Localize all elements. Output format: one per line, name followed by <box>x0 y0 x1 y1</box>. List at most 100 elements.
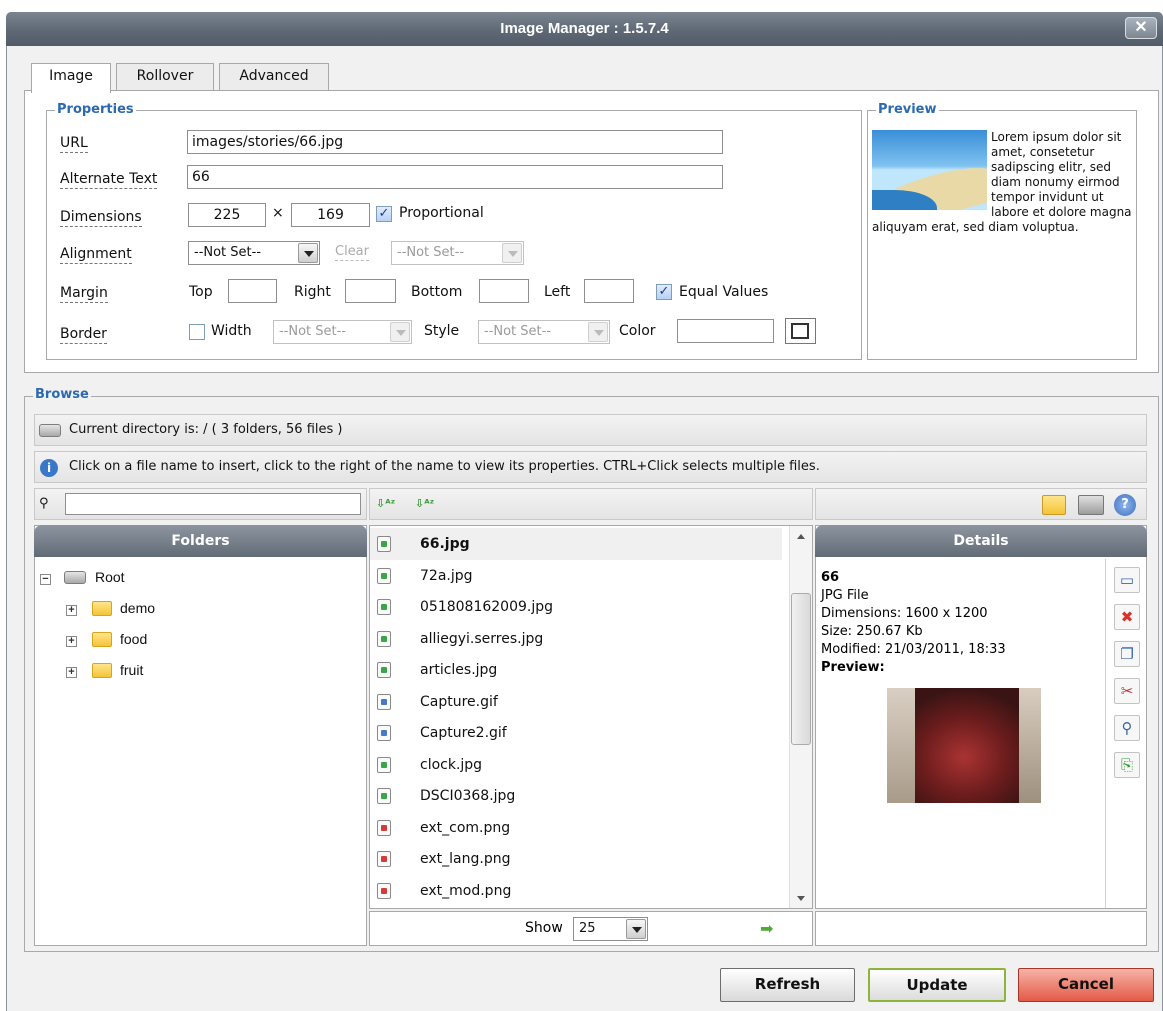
jpg-file-icon <box>377 599 391 615</box>
file-row[interactable]: ext_com.png <box>370 812 782 844</box>
help-icon[interactable]: ? <box>1114 494 1136 516</box>
file-name: ext_mod.png <box>420 882 512 899</box>
insert-icon[interactable]: ▭ <box>1114 567 1140 593</box>
file-row[interactable]: alliegyi.serres.jpg <box>370 623 782 655</box>
expand-icon[interactable]: + <box>66 667 77 678</box>
border-style-select[interactable]: --Not Set-- <box>478 320 610 344</box>
proportional-checkbox[interactable]: ✓ <box>376 206 392 222</box>
margin-left-label: Left <box>544 284 571 300</box>
file-row[interactable]: 051808162009.jpg <box>370 591 782 623</box>
window-title: Image Manager : 1.5.7.4 <box>500 20 669 37</box>
folder-icon <box>92 663 112 678</box>
url-input[interactable]: images/stories/66.jpg <box>187 130 723 154</box>
folders-panel: Folders <box>34 525 367 946</box>
cancel-button[interactable]: Cancel <box>1018 968 1154 1002</box>
file-name: articles.jpg <box>420 662 498 678</box>
sort-by-date-icon[interactable]: ⇩ᴬᶻ <box>415 489 434 519</box>
file-row[interactable]: 66.jpg <box>370 528 782 560</box>
alt-text-input[interactable]: 66 <box>187 165 723 189</box>
show-count-select[interactable]: 25 <box>573 917 648 941</box>
current-directory-bar: Current directory is: / ( 3 folders, 56 … <box>34 414 1147 446</box>
close-icon: ✕ <box>1134 19 1148 36</box>
alt-text-label: Alternate Text <box>60 171 158 189</box>
tree-item-label: demo <box>120 600 156 616</box>
zoom-icon[interactable]: ⚲ <box>1114 715 1140 741</box>
expand-icon[interactable]: + <box>66 605 77 616</box>
sort-by-name-icon[interactable]: ⇩ᴬᶻ <box>376 489 395 519</box>
sort-bar: ⇩ᴬᶻ ⇩ᴬᶻ <box>369 488 813 520</box>
clear-select[interactable]: --Not Set-- <box>391 241 524 265</box>
tree-item-label: food <box>120 631 148 647</box>
next-page-icon[interactable]: ➡ <box>760 919 773 938</box>
margin-bottom-input[interactable] <box>479 279 529 303</box>
show-count-value: 25 <box>579 921 596 936</box>
margin-top-input[interactable] <box>228 279 277 303</box>
file-row[interactable]: 72a.jpg <box>370 560 782 592</box>
file-row[interactable]: ext_lang.png <box>370 843 782 875</box>
refresh-button[interactable]: Refresh <box>720 968 855 1002</box>
expand-icon[interactable]: + <box>66 636 77 647</box>
border-width-label: Width <box>211 323 252 339</box>
file-row[interactable]: Capture.gif <box>370 686 782 718</box>
file-name: 66.jpg <box>420 536 470 552</box>
scroll-down-icon[interactable] <box>797 896 805 901</box>
file-row[interactable]: clock.jpg <box>370 749 782 781</box>
border-width-select-value: --Not Set-- <box>279 324 347 339</box>
scroll-up-icon[interactable] <box>797 534 805 539</box>
scrollbar-thumb[interactable] <box>791 593 811 745</box>
clear-label: Clear <box>335 244 369 261</box>
details-name: 66 <box>821 570 840 585</box>
close-button[interactable]: ✕ <box>1125 17 1157 39</box>
scrollbar[interactable] <box>789 526 812 908</box>
file-name: alliegyi.serres.jpg <box>420 630 544 647</box>
equal-values-checkbox[interactable]: ✓ <box>656 284 672 300</box>
details-preview-label: Preview: <box>821 660 885 675</box>
file-actions-column: ▭ ✖ ❐ ✂ ⚲ ⎘ <box>1105 559 1147 908</box>
color-picker-button[interactable] <box>785 318 816 344</box>
border-width-select[interactable]: --Not Set-- <box>273 320 412 344</box>
collapse-icon[interactable]: − <box>40 574 51 585</box>
folders-header: Folders <box>34 525 367 557</box>
copy-icon[interactable]: ❐ <box>1114 641 1140 667</box>
search-input[interactable] <box>65 493 361 515</box>
info-icon: i <box>40 459 58 477</box>
jpg-file-icon <box>377 662 391 678</box>
new-folder-icon[interactable] <box>1042 495 1066 515</box>
file-row[interactable]: DSCI0368.jpg <box>370 780 782 812</box>
file-row[interactable]: ext_mod.png <box>370 875 782 907</box>
width-input[interactable]: 225 <box>188 203 266 227</box>
update-button[interactable]: Update <box>868 968 1006 1002</box>
margin-right-label: Right <box>294 284 331 300</box>
alignment-label: Alignment <box>60 246 132 264</box>
info-bar: i Click on a file name to insert, click … <box>34 451 1147 483</box>
details-panel: Details 66 JPG File Dimensions: 1600 x 1… <box>815 525 1147 909</box>
margin-left-input[interactable] <box>584 279 634 303</box>
border-color-input[interactable] <box>677 319 774 343</box>
file-row[interactable]: Capture2.gif <box>370 717 782 749</box>
tab-image[interactable]: Image <box>31 63 111 93</box>
file-row[interactable]: articles.jpg <box>370 654 782 686</box>
border-checkbox[interactable] <box>189 324 205 340</box>
details-type: JPG File <box>821 588 869 603</box>
upload-icon[interactable] <box>1078 495 1104 515</box>
file-name: ext_lang.png <box>420 851 511 867</box>
equal-values-label: Equal Values <box>679 284 769 300</box>
delete-icon[interactable]: ✖ <box>1114 604 1140 630</box>
details-modified: Modified: 21/03/2011, 18:33 <box>821 642 1006 657</box>
file-paste-icon[interactable]: ⎘ <box>1114 752 1140 778</box>
tab-advanced-label: Advanced <box>239 68 309 84</box>
current-directory-text: Current directory is: / ( 3 folders, 56 … <box>69 422 343 437</box>
png-file-icon <box>377 882 391 899</box>
search-bar: ⚲ <box>34 488 367 520</box>
tab-rollover[interactable]: Rollover <box>116 63 214 91</box>
margin-right-input[interactable] <box>345 279 396 303</box>
dimensions-label: Dimensions <box>60 209 142 227</box>
alignment-select[interactable]: --Not Set-- <box>188 241 320 265</box>
drive-icon <box>64 571 86 584</box>
times-sign: × <box>272 205 284 221</box>
clear-select-value: --Not Set-- <box>397 245 465 260</box>
height-input[interactable]: 169 <box>291 203 370 227</box>
cut-icon[interactable]: ✂ <box>1114 678 1140 704</box>
alignment-select-value: --Not Set-- <box>194 245 262 260</box>
tab-advanced[interactable]: Advanced <box>219 63 329 91</box>
